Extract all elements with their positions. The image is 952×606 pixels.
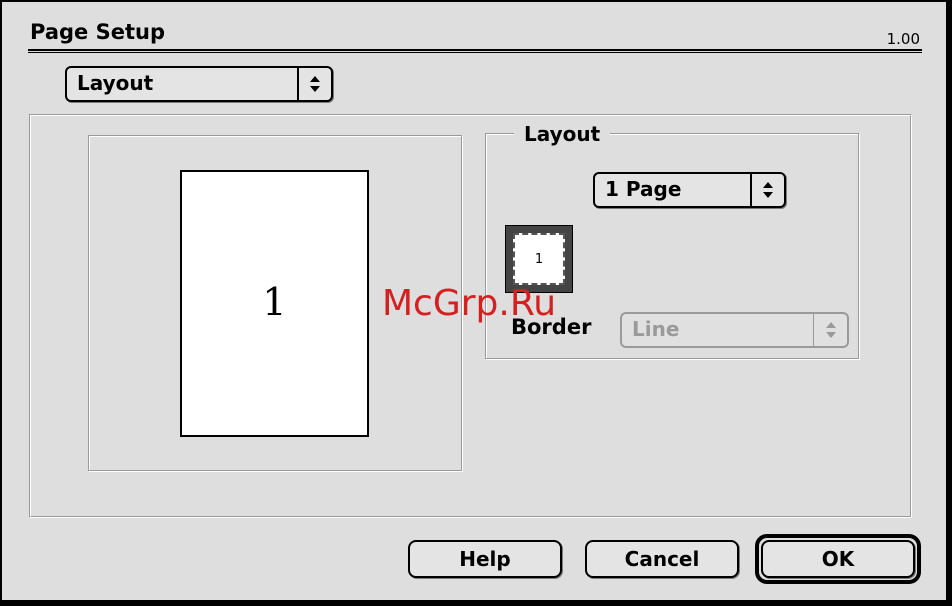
version-label: 1.00 bbox=[886, 30, 920, 48]
section-popup-label: Layout bbox=[77, 71, 154, 95]
pages-per-sheet-popup[interactable]: 1 Page bbox=[593, 172, 786, 208]
layout-group-legend: Layout bbox=[514, 122, 611, 146]
page-preview: 1 bbox=[180, 170, 369, 437]
thumbnail-page: 1 bbox=[513, 233, 565, 285]
up-down-arrows-icon bbox=[813, 314, 847, 346]
title-divider bbox=[28, 49, 922, 53]
watermark-text: McGrp.Ru bbox=[382, 283, 557, 324]
cancel-button[interactable]: Cancel bbox=[585, 540, 739, 578]
up-down-arrows-icon bbox=[297, 68, 331, 100]
border-popup[interactable]: Line bbox=[620, 312, 849, 348]
help-button[interactable]: Help bbox=[408, 540, 562, 578]
up-down-arrows-icon bbox=[750, 174, 784, 206]
border-popup-label: Line bbox=[632, 317, 680, 341]
section-popup[interactable]: Layout bbox=[65, 66, 333, 102]
dialog-title: Page Setup bbox=[30, 20, 165, 44]
pages-per-sheet-label: 1 Page bbox=[605, 177, 682, 201]
ok-button[interactable]: OK bbox=[761, 540, 915, 578]
preview-page-number: 1 bbox=[262, 280, 287, 324]
